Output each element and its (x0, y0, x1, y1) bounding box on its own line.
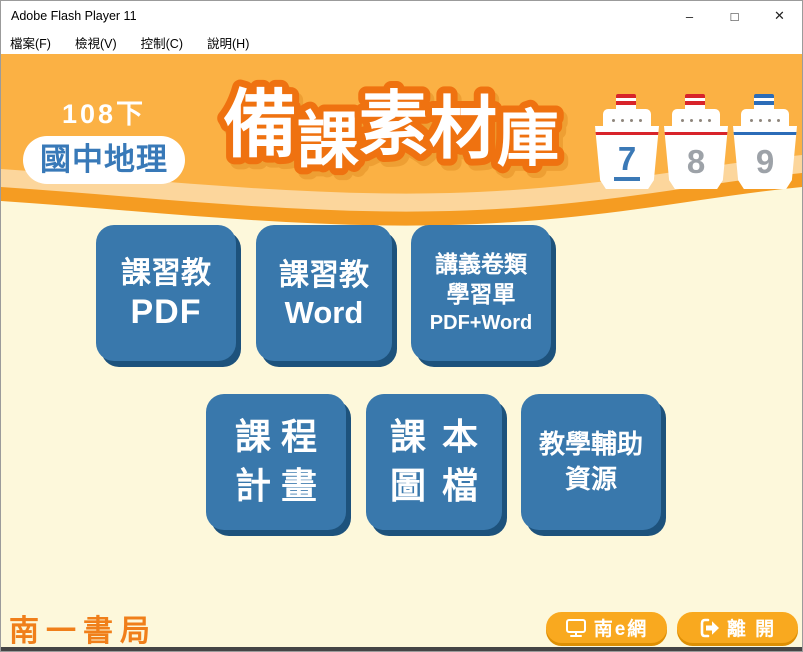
title-bar: Adobe Flash Player 11 – □ ✕ (1, 1, 802, 31)
boat-funnel-icon (754, 94, 774, 110)
button-label: 教學輔助 (538, 428, 643, 459)
boat-deck-icon (741, 109, 789, 126)
boat-hull-icon: 9 (733, 126, 797, 189)
hull-stripe (733, 132, 797, 135)
boat-hull-icon: 8 (664, 126, 728, 189)
volume-boat-8[interactable]: 8 (664, 94, 728, 192)
button-kexijiao-word[interactable]: 課習教 Word (256, 225, 392, 361)
hull-stripe (664, 132, 728, 135)
edition-badge: 108下 國中地理 (23, 92, 185, 184)
exit-button[interactable]: 離 開 (677, 612, 798, 643)
button-teaching-aids[interactable]: 教學輔助 資源 (521, 394, 661, 530)
button-label: PDF+Word (429, 311, 533, 334)
exit-icon (700, 618, 719, 637)
volume-number-9: 9 (755, 143, 775, 180)
flash-stage: 108下 國中地理 備課素材庫 7 8 9 課習教 PDF 課習教 Word 講… (1, 54, 802, 651)
monitor-icon (565, 618, 586, 637)
maximize-button[interactable]: □ (712, 1, 757, 31)
volume-selector: 7 8 9 (595, 94, 797, 192)
window-title: Adobe Flash Player 11 (11, 9, 137, 23)
boat-hull-icon: 7 (595, 126, 659, 189)
volume-number-7: 7 (613, 142, 641, 181)
menu-control[interactable]: 控制(C) (141, 33, 183, 52)
publisher-logo: 南一書局 (9, 614, 157, 649)
button-label: 計畫 (234, 465, 327, 506)
button-label: 圖檔 (389, 465, 494, 506)
menu-view[interactable]: 檢視(V) (75, 33, 117, 52)
edition-label: 108下 (61, 99, 147, 129)
app-window: Adobe Flash Player 11 – □ ✕ 檔案(F) 檢視(V) … (0, 0, 803, 652)
button-label: PDF (130, 292, 202, 331)
close-button[interactable]: ✕ (757, 1, 802, 31)
button-label: 課習教 (279, 258, 369, 292)
button-course-plan[interactable]: 課程 計畫 (206, 394, 346, 530)
button-label: 課本 (389, 416, 494, 458)
button-label: 課習教 (121, 256, 211, 290)
button-label: Word (284, 294, 364, 330)
subject-pill: 國中地理 (23, 136, 185, 184)
nan-e-net-label: 南e網 (593, 619, 649, 640)
menu-file[interactable]: 檔案(F) (10, 33, 51, 52)
button-label: 講義卷類 (435, 251, 527, 278)
window-controls: – □ ✕ (667, 1, 802, 31)
window-bottom-edge (1, 647, 802, 651)
volume-boat-9[interactable]: 9 (733, 94, 797, 192)
boat-funnel-icon (685, 94, 705, 110)
volume-boat-7[interactable]: 7 (595, 94, 659, 192)
volume-number-8: 8 (686, 143, 706, 180)
menu-help[interactable]: 說明(H) (207, 33, 249, 52)
button-textbook-images[interactable]: 課本 圖檔 (366, 394, 502, 530)
exit-label: 離 開 (726, 619, 777, 640)
boat-deck-icon (672, 109, 720, 126)
button-label: 學習單 (446, 281, 516, 307)
boat-deck-icon (603, 109, 651, 126)
button-label: 資源 (564, 464, 617, 494)
boat-funnel-icon (616, 94, 636, 110)
minimize-button[interactable]: – (667, 1, 712, 31)
menu-bar: 檔案(F) 檢視(V) 控制(C) 說明(H) (1, 31, 802, 54)
button-kexijiao-pdf[interactable]: 課習教 PDF (96, 225, 236, 361)
button-label: 課程 (234, 416, 327, 458)
button-handout-sheets[interactable]: 講義卷類 學習單 PDF+Word (411, 225, 551, 361)
nan-e-net-button[interactable]: 南e網 (546, 612, 667, 643)
hull-stripe (595, 132, 659, 135)
main-title-text: 備課素材庫 (223, 83, 559, 176)
main-title: 備課素材庫 (217, 76, 566, 183)
